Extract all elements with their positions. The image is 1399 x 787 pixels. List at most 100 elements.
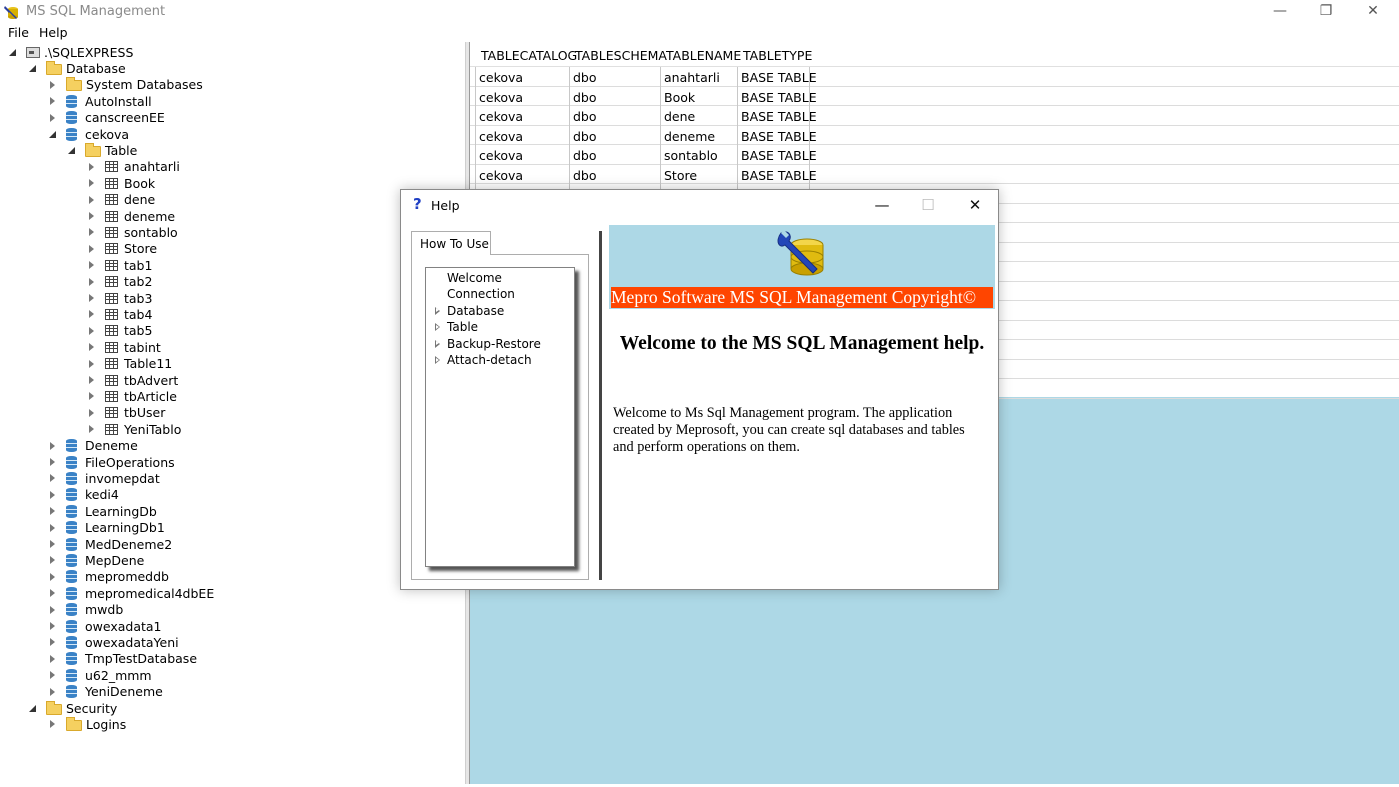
table-cell[interactable]: BASE TABLE: [741, 148, 817, 163]
collapsed-arrow-icon[interactable]: [87, 359, 97, 369]
collapsed-arrow-icon[interactable]: [48, 96, 58, 106]
tree-item-table[interactable]: tbArticle: [87, 388, 177, 404]
expanded-arrow-icon[interactable]: [28, 703, 38, 713]
table-row[interactable]: cekova dbo Store BASE TABLE: [470, 165, 1399, 184]
table-cell[interactable]: BASE TABLE: [741, 90, 817, 105]
table-cell[interactable]: cekova: [479, 129, 523, 144]
expanded-arrow-icon[interactable]: [8, 47, 18, 57]
collapsed-arrow-icon[interactable]: [87, 293, 97, 303]
help-maximize-button[interactable]: ☐: [908, 194, 948, 216]
collapsed-arrow-icon[interactable]: [48, 490, 58, 500]
database-tree[interactable]: .\SQLEXPRESS Database System Databases Auto…: [0, 42, 465, 785]
tree-item-database[interactable]: TmpTestDatabase: [48, 651, 197, 667]
table-cell[interactable]: cekova: [479, 109, 523, 124]
collapsed-arrow-icon[interactable]: [87, 326, 97, 336]
tree-item-system-databases[interactable]: System Databases: [48, 77, 203, 93]
collapsed-arrow-icon[interactable]: [48, 539, 58, 549]
tree-item-database[interactable]: u62_mmm: [48, 667, 152, 683]
column-header[interactable]: TABLECATALOG: [481, 48, 577, 63]
tree-item-security-folder[interactable]: Security: [28, 700, 117, 716]
collapsed-arrow-icon[interactable]: [48, 457, 58, 467]
help-splitter[interactable]: [599, 231, 602, 580]
collapsed-arrow-icon[interactable]: [48, 473, 58, 483]
help-minimize-button[interactable]: —: [862, 194, 902, 216]
collapsed-arrow-icon[interactable]: [48, 113, 58, 123]
collapsed-arrow-icon[interactable]: [87, 408, 97, 418]
tree-item-database[interactable]: owexadata1: [48, 618, 162, 634]
collapsed-arrow-icon[interactable]: [48, 572, 58, 582]
tab-how-to-use[interactable]: How To Use: [411, 231, 491, 255]
collapsed-arrow-icon[interactable]: [87, 260, 97, 270]
tree-item-table[interactable]: sontablo: [87, 224, 178, 240]
collapsed-arrow-icon[interactable]: [87, 309, 97, 319]
collapsed-arrow-icon[interactable]: [435, 306, 440, 315]
tree-item-database[interactable]: owexadataYeni: [48, 634, 179, 650]
collapsed-arrow-icon[interactable]: [48, 523, 58, 533]
table-cell[interactable]: cekova: [479, 70, 523, 85]
tree-item-database-expanded[interactable]: cekova: [48, 126, 129, 142]
table-cell[interactable]: deneme: [664, 129, 715, 144]
tree-item-database[interactable]: AutoInstall: [48, 93, 152, 109]
tree-item-table[interactable]: deneme: [87, 208, 175, 224]
tree-item-database[interactable]: MepDene: [48, 552, 144, 568]
collapsed-arrow-icon[interactable]: [435, 356, 440, 364]
collapsed-arrow-icon[interactable]: [87, 277, 97, 287]
collapsed-arrow-icon[interactable]: [87, 162, 97, 172]
table-cell[interactable]: dbo: [573, 129, 597, 144]
collapsed-arrow-icon[interactable]: [87, 178, 97, 188]
table-cell[interactable]: BASE TABLE: [741, 168, 817, 183]
collapsed-arrow-icon[interactable]: [48, 605, 58, 615]
expanded-arrow-icon[interactable]: [28, 63, 38, 73]
tree-item-table[interactable]: YeniTablo: [87, 421, 181, 437]
expanded-arrow-icon[interactable]: [48, 129, 58, 139]
tree-item-database[interactable]: LearningDb: [48, 503, 157, 519]
collapsed-arrow-icon[interactable]: [435, 339, 440, 348]
column-header[interactable]: TABLETYPE: [743, 48, 812, 63]
expanded-arrow-icon[interactable]: [67, 145, 77, 155]
table-cell[interactable]: BASE TABLE: [741, 70, 817, 85]
tree-item-table[interactable]: Book: [87, 175, 155, 191]
tree-item-server[interactable]: .\SQLEXPRESS: [8, 44, 133, 60]
tree-item-table[interactable]: tab5: [87, 323, 152, 339]
collapsed-arrow-icon[interactable]: [48, 555, 58, 565]
collapsed-arrow-icon[interactable]: [48, 687, 58, 697]
table-row[interactable]: cekova dbo anahtarli BASE TABLE: [470, 67, 1399, 87]
collapsed-arrow-icon[interactable]: [48, 621, 58, 631]
restore-button[interactable]: ❐: [1303, 0, 1349, 24]
collapsed-arrow-icon[interactable]: [87, 227, 97, 237]
table-cell[interactable]: anahtarli: [664, 70, 720, 85]
collapsed-arrow-icon[interactable]: [87, 424, 97, 434]
collapsed-arrow-icon[interactable]: [48, 506, 58, 516]
table-cell[interactable]: Store: [664, 168, 697, 183]
collapsed-arrow-icon[interactable]: [87, 244, 97, 254]
table-cell[interactable]: dbo: [573, 168, 597, 183]
tree-item-database-folder[interactable]: Database: [28, 60, 126, 76]
collapsed-arrow-icon[interactable]: [435, 323, 440, 332]
menu-file[interactable]: File: [8, 25, 29, 40]
tree-item-database[interactable]: mepromedical4dbEE: [48, 585, 214, 601]
collapsed-arrow-icon[interactable]: [48, 80, 58, 90]
tree-item-database[interactable]: FileOperations: [48, 454, 175, 470]
collapsed-arrow-icon[interactable]: [48, 719, 58, 729]
table-cell[interactable]: sontablo: [664, 148, 718, 163]
tree-item-table[interactable]: tab3: [87, 290, 152, 306]
collapsed-arrow-icon[interactable]: [48, 637, 58, 647]
tree-item-database[interactable]: canscreenEE: [48, 110, 165, 126]
collapsed-arrow-icon[interactable]: [87, 391, 97, 401]
collapsed-arrow-icon[interactable]: [48, 670, 58, 680]
tree-item-table[interactable]: tbUser: [87, 405, 165, 421]
table-cell[interactable]: dbo: [573, 148, 597, 163]
table-cell[interactable]: dene: [664, 109, 695, 124]
table-cell[interactable]: cekova: [479, 148, 523, 163]
tree-item-table[interactable]: Table11: [87, 356, 172, 372]
collapsed-arrow-icon[interactable]: [87, 375, 97, 385]
column-header[interactable]: TABLESCHEMA: [575, 48, 667, 63]
tree-item-database[interactable]: YeniDeneme: [48, 684, 163, 700]
tree-item-table[interactable]: anahtarli: [87, 159, 180, 175]
tree-item-logins-folder[interactable]: Logins: [48, 716, 126, 732]
table-cell[interactable]: cekova: [479, 168, 523, 183]
table-cell[interactable]: BASE TABLE: [741, 129, 817, 144]
collapsed-arrow-icon[interactable]: [87, 211, 97, 221]
table-cell[interactable]: Book: [664, 90, 695, 105]
tree-item-database[interactable]: Deneme: [48, 438, 138, 454]
